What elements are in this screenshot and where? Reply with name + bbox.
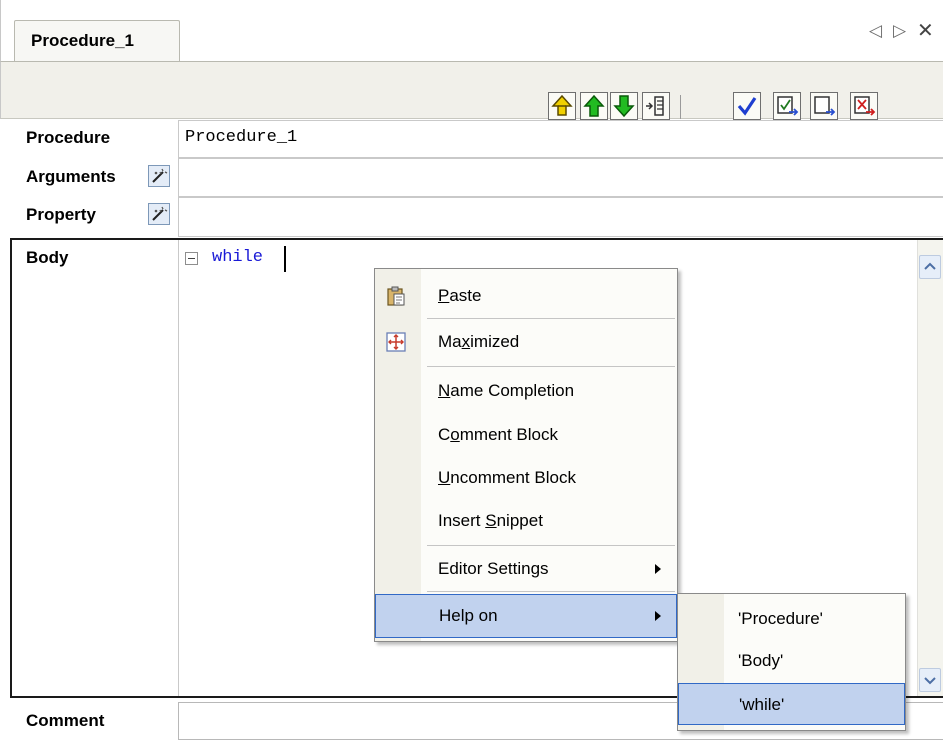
- help-submenu: 'Procedure' 'Body' 'while': [677, 593, 906, 731]
- menu-item-uncomment-block[interactable]: Uncomment Block: [375, 456, 677, 500]
- property-field[interactable]: [178, 197, 943, 237]
- menu-item-paste[interactable]: Paste: [375, 274, 677, 318]
- menu-item-maximized[interactable]: Maximized: [375, 320, 677, 364]
- move-to-top-icon: [551, 94, 573, 116]
- export-button[interactable]: [810, 92, 838, 120]
- indent-button[interactable]: [642, 92, 670, 120]
- collapse-toggle-icon[interactable]: [185, 252, 198, 265]
- menu-item-label: Name Completion: [438, 381, 575, 400]
- chevron-up-icon: [924, 262, 936, 270]
- procedure-name-value: Procedure_1: [185, 128, 298, 147]
- maximize-icon: [385, 331, 407, 353]
- menu-item-label: Maximized: [438, 332, 520, 351]
- submenu-arrow-icon: [655, 564, 661, 574]
- menu-item-help-on[interactable]: Help on: [375, 594, 677, 638]
- scroll-down-button[interactable]: [919, 668, 941, 692]
- context-menu: Paste Maximized Name Completion Comment …: [374, 268, 678, 642]
- move-down-icon: [613, 95, 635, 118]
- menu-item-label: Insert Snippet: [438, 511, 543, 530]
- procedure-name-field[interactable]: Procedure_1: [178, 120, 943, 158]
- magic-wand-icon: [152, 206, 168, 221]
- submenu-item-label: 'Body': [738, 651, 784, 670]
- submenu-arrow-icon: [655, 611, 661, 621]
- vertical-scrollbar[interactable]: [917, 240, 943, 696]
- tab-scroll-left-icon[interactable]: ◁: [869, 22, 882, 40]
- menu-item-insert-snippet[interactable]: Insert Snippet: [375, 499, 677, 543]
- tab-label: Procedure_1: [31, 31, 134, 50]
- indent-icon: [646, 96, 664, 116]
- submenu-item-while[interactable]: 'while': [678, 683, 905, 725]
- scroll-up-button[interactable]: [919, 255, 941, 279]
- apply-icon: [777, 96, 799, 116]
- menu-separator: [427, 318, 675, 319]
- delete-export-icon: [854, 96, 876, 116]
- procedure-label: Procedure: [26, 128, 111, 147]
- move-up-button[interactable]: [580, 92, 608, 120]
- menu-item-comment-block[interactable]: Comment Block: [375, 413, 677, 457]
- apply-button[interactable]: [773, 92, 801, 120]
- menu-separator: [427, 591, 675, 592]
- menu-item-editor-settings[interactable]: Editor Settings: [375, 547, 677, 591]
- toolbar-separator: [680, 95, 681, 119]
- arguments-edit-button[interactable]: [148, 165, 170, 187]
- menu-item-label: Editor Settings: [438, 559, 549, 578]
- property-label: Property: [26, 205, 96, 224]
- menu-item-label: Help on: [439, 606, 498, 625]
- move-to-top-button[interactable]: [548, 92, 576, 120]
- check-button[interactable]: [733, 92, 761, 120]
- property-edit-button[interactable]: [148, 203, 170, 225]
- menu-item-name-completion[interactable]: Name Completion: [375, 369, 677, 413]
- tab-procedure[interactable]: Procedure_1: [14, 20, 180, 62]
- menu-separator: [427, 366, 675, 367]
- move-up-icon: [583, 94, 605, 117]
- delete-export-button[interactable]: [850, 92, 878, 120]
- magic-wand-icon: [152, 168, 168, 183]
- move-down-button[interactable]: [610, 92, 638, 120]
- code-keyword: while: [212, 248, 264, 267]
- tab-scroll-right-icon[interactable]: ▷: [893, 22, 906, 40]
- text-caret: [284, 246, 286, 272]
- submenu-item-body[interactable]: 'Body': [678, 640, 905, 682]
- chevron-down-icon: [924, 677, 936, 685]
- body-label: Body: [26, 248, 69, 267]
- toolbar: [0, 61, 943, 119]
- paste-icon: [385, 285, 407, 307]
- submenu-item-procedure[interactable]: 'Procedure': [678, 598, 905, 640]
- submenu-item-label: 'Procedure': [738, 609, 823, 628]
- menu-item-label: Paste: [438, 286, 482, 305]
- comment-label: Comment: [26, 711, 105, 730]
- close-icon[interactable]: ✕: [917, 21, 934, 41]
- menu-separator: [427, 545, 675, 546]
- menu-item-label: Uncomment Block: [438, 468, 576, 487]
- export-icon: [814, 96, 836, 116]
- menu-item-label: Comment Block: [438, 425, 558, 444]
- submenu-item-label: 'while': [739, 695, 785, 714]
- check-icon: [737, 97, 757, 116]
- arguments-label: Arguments: [26, 167, 116, 186]
- arguments-field[interactable]: [178, 158, 943, 197]
